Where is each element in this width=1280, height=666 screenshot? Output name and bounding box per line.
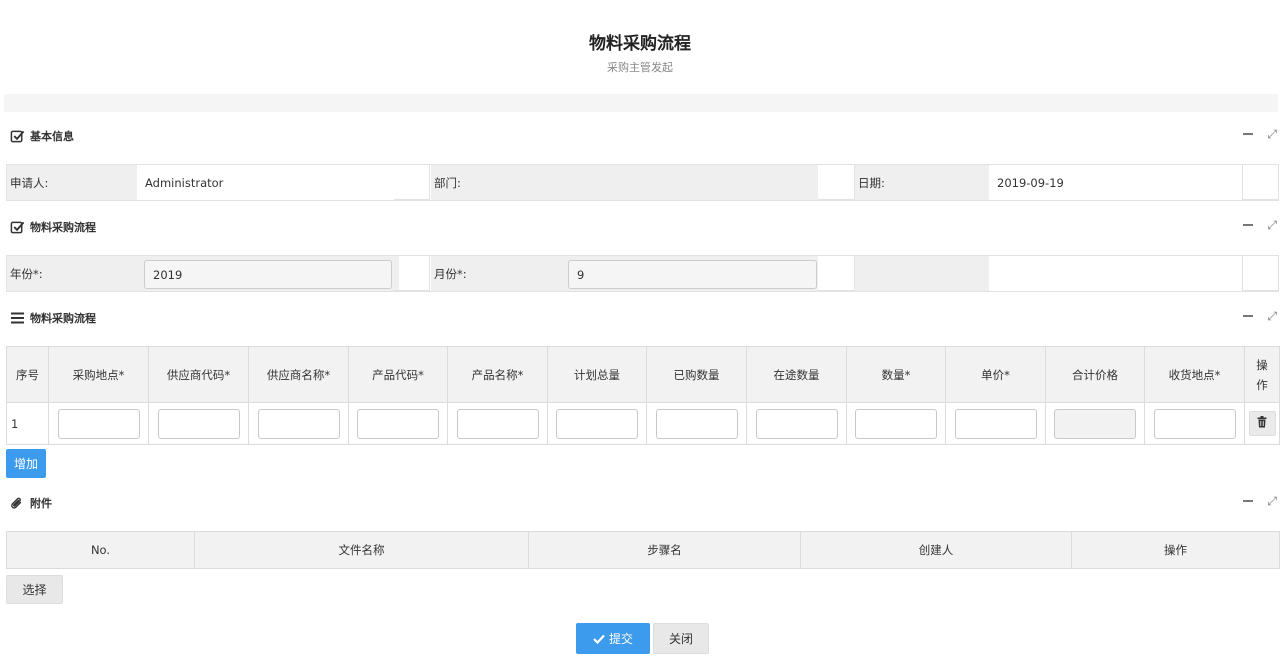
detail-table: 序号 采购地点* 供应商代码* 供应商名称* 产品代码* 产品名称* 计划总量 … bbox=[6, 346, 1280, 445]
cell-spacer bbox=[1242, 165, 1278, 200]
th-creator: 创建人 bbox=[800, 531, 1072, 569]
submit-button[interactable]: 提交 bbox=[576, 623, 650, 654]
th-product-code: 产品代码* bbox=[348, 346, 448, 403]
th-index: 序号 bbox=[6, 346, 49, 403]
collapse-icon[interactable] bbox=[1243, 315, 1254, 317]
close-button[interactable]: 关闭 bbox=[653, 623, 709, 654]
year-label: 年份*: bbox=[7, 256, 137, 291]
basic-info-row: 申请人: Administrator 部门: 日期: 2019-09-19 bbox=[6, 164, 1279, 201]
cell-spacer bbox=[394, 165, 430, 200]
th-quantity: 数量* bbox=[846, 346, 946, 403]
row-index: 1 bbox=[6, 402, 49, 445]
th-supplier-name: 供应商名称* bbox=[248, 346, 349, 403]
section-title: 基本信息 bbox=[30, 130, 74, 143]
detail-table-header: 序号 采购地点* 供应商代码* 供应商名称* 产品代码* 产品名称* 计划总量 … bbox=[6, 346, 1280, 403]
section-title: 物料采购流程 bbox=[30, 312, 96, 325]
form-page: 物料采购流程 采购主管发起 基本信息 ⤢ 申请人: Administrator … bbox=[0, 0, 1280, 666]
cell-spacer bbox=[818, 165, 855, 200]
page-header: 物料采购流程 采购主管发起 bbox=[0, 30, 1280, 77]
th-delivery-location: 收货地点* bbox=[1144, 346, 1245, 403]
supplier-name-input[interactable] bbox=[257, 408, 340, 439]
attachments-table: No. 文件名称 步骤名 创建人 操作 bbox=[6, 531, 1280, 569]
checkbox-checked-icon bbox=[9, 219, 25, 235]
cell-spacer bbox=[818, 256, 855, 291]
month-label: 月份*: bbox=[431, 256, 565, 291]
cell-spacer bbox=[1242, 256, 1278, 291]
expand-icon[interactable]: ⤢ bbox=[1267, 128, 1277, 140]
applicant-value: Administrator bbox=[145, 175, 224, 190]
check-icon bbox=[593, 634, 605, 644]
expand-icon[interactable]: ⤢ bbox=[1267, 310, 1277, 322]
product-name-input[interactable] bbox=[456, 408, 539, 439]
collapse-icon[interactable] bbox=[1243, 133, 1254, 135]
section-title: 附件 bbox=[30, 497, 52, 510]
process-row: 年份*: 2019 月份*: 9 bbox=[6, 255, 1279, 292]
supplier-code-input[interactable] bbox=[157, 408, 240, 439]
checkbox-checked-icon bbox=[9, 128, 25, 144]
section-tools: ⤢ bbox=[1243, 495, 1277, 507]
purchased-qty-input[interactable] bbox=[655, 408, 738, 439]
year-input[interactable]: 2019 bbox=[144, 260, 392, 289]
dept-value bbox=[565, 165, 818, 200]
th-attach-actions: 操作 bbox=[1071, 531, 1280, 569]
submit-label: 提交 bbox=[608, 632, 633, 646]
th-unit-price: 单价* bbox=[945, 346, 1046, 403]
trash-icon bbox=[1257, 416, 1267, 431]
th-product-name: 产品名称* bbox=[447, 346, 548, 403]
in-transit-qty-input[interactable] bbox=[755, 408, 838, 439]
section-tools: ⤢ bbox=[1243, 128, 1277, 140]
section-title: 物料采购流程 bbox=[30, 221, 96, 234]
unit-price-input[interactable] bbox=[954, 408, 1037, 439]
collapse-icon[interactable] bbox=[1243, 500, 1254, 502]
attachments-table-header: No. 文件名称 步骤名 创建人 操作 bbox=[6, 531, 1280, 569]
th-file-name: 文件名称 bbox=[194, 531, 529, 569]
th-in-transit-qty: 在途数量 bbox=[746, 346, 847, 403]
empty-label bbox=[855, 256, 989, 291]
planned-total-input[interactable] bbox=[556, 408, 638, 439]
select-file-button[interactable]: 选择 bbox=[6, 575, 63, 604]
delivery-location-input[interactable] bbox=[1153, 408, 1236, 439]
purchase-location-input[interactable] bbox=[57, 408, 140, 439]
empty-value bbox=[989, 256, 1242, 291]
paperclip-icon bbox=[9, 495, 25, 511]
date-label: 日期: bbox=[855, 165, 989, 200]
section-tools: ⤢ bbox=[1243, 219, 1277, 231]
section-header-basic-info: 基本信息 ⤢ bbox=[9, 126, 1279, 146]
section-header-detail: 物料采购流程 ⤢ bbox=[9, 308, 1279, 328]
dept-label: 部门: bbox=[431, 165, 565, 200]
page-title: 物料采购流程 bbox=[589, 34, 691, 54]
quantity-input[interactable] bbox=[855, 408, 937, 439]
th-step-name: 步骤名 bbox=[528, 531, 801, 569]
header-divider-strip bbox=[4, 94, 1278, 112]
expand-icon[interactable]: ⤢ bbox=[1267, 219, 1277, 231]
expand-icon[interactable]: ⤢ bbox=[1267, 495, 1277, 507]
th-planned-total: 计划总量 bbox=[547, 346, 647, 403]
applicant-label: 申请人: bbox=[7, 165, 137, 200]
th-no: No. bbox=[6, 531, 195, 569]
section-header-process: 物料采购流程 ⤢ bbox=[9, 217, 1279, 237]
product-code-input[interactable] bbox=[357, 408, 439, 439]
delete-row-button[interactable] bbox=[1248, 411, 1276, 436]
add-row-button[interactable]: 增加 bbox=[6, 449, 46, 478]
total-price-input bbox=[1054, 408, 1136, 439]
date-value: 2019-09-19 bbox=[997, 175, 1064, 190]
page-subtitle: 采购主管发起 bbox=[607, 61, 673, 74]
th-total-price: 合计价格 bbox=[1045, 346, 1145, 403]
section-tools: ⤢ bbox=[1243, 310, 1277, 322]
th-supplier-code: 供应商代码* bbox=[148, 346, 249, 403]
th-purchased-qty: 已购数量 bbox=[646, 346, 747, 403]
collapse-icon[interactable] bbox=[1243, 224, 1254, 226]
month-input[interactable]: 9 bbox=[568, 260, 817, 289]
th-actions: 操作 bbox=[1244, 346, 1280, 403]
section-header-attachments: 附件 ⤢ bbox=[9, 493, 1279, 513]
cell-spacer bbox=[394, 256, 430, 291]
list-icon bbox=[9, 310, 25, 326]
table-row: 1 bbox=[6, 402, 1280, 445]
th-purchase-location: 采购地点* bbox=[48, 346, 149, 403]
